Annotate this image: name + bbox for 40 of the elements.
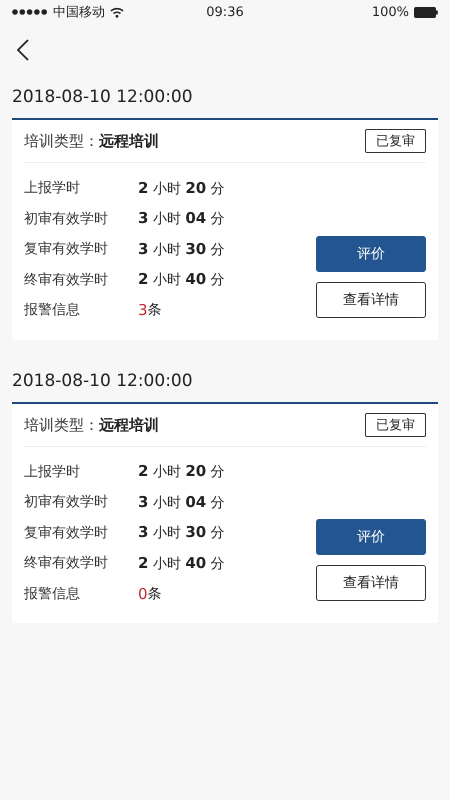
field-value: 3 小时 30 分 xyxy=(138,240,225,259)
details-button[interactable]: 查看详情 xyxy=(316,282,426,318)
clock: 09:36 xyxy=(206,4,244,20)
field-value: 3 小时 30 分 xyxy=(138,523,225,542)
details-button[interactable]: 查看详情 xyxy=(316,565,426,601)
field-label: 初审有效学时 xyxy=(24,210,109,228)
alarm-count: 3 xyxy=(138,301,148,320)
status-badge: 已复审 xyxy=(365,412,426,436)
field-label: 复审有效学时 xyxy=(24,240,109,258)
field-label: 报警信息 xyxy=(24,301,81,320)
field-label: 复审有效学时 xyxy=(24,524,109,542)
field-value: 2 小时 20 分 xyxy=(138,462,225,482)
training-type-value: 远程培训 xyxy=(99,132,159,150)
field-label: 终审有效学时 xyxy=(24,554,109,572)
field-value: 2 小时 20 分 xyxy=(138,178,225,198)
rate-button[interactable]: 评价 xyxy=(316,519,426,555)
signal-icon xyxy=(12,9,48,15)
field-label: 初审有效学时 xyxy=(24,493,109,512)
field-label: 上报学时 xyxy=(24,179,81,198)
field-value: 3 小时 04 分 xyxy=(138,209,225,228)
battery-icon xyxy=(414,6,438,18)
carrier: 中国移动 xyxy=(53,4,105,21)
field-label: 上报学时 xyxy=(24,462,81,481)
record-date: 2018-08-10 12:00:00 xyxy=(11,370,194,392)
field-label: 终审有效学时 xyxy=(24,270,109,289)
wifi-icon xyxy=(110,6,124,18)
field-value: 2 小时 40 分 xyxy=(138,554,225,573)
alarm-unit: 条 xyxy=(148,301,162,320)
field-value: 2 小时 40 分 xyxy=(138,270,225,290)
field-label: 报警信息 xyxy=(24,584,81,603)
training-type-value: 远程培训 xyxy=(99,416,159,434)
training-type-label: 培训类型： xyxy=(24,416,99,434)
status-badge: 已复审 xyxy=(365,129,426,153)
record-date: 2018-08-10 12:00:00 xyxy=(11,86,194,109)
training-type-label: 培训类型： xyxy=(24,132,99,150)
alarm-count: 0 xyxy=(138,584,148,603)
alarm-unit: 条 xyxy=(148,584,162,603)
rate-button[interactable]: 评价 xyxy=(316,236,426,272)
field-value: 3 小时 04 分 xyxy=(138,492,225,512)
battery-percent: 100% xyxy=(372,4,409,20)
